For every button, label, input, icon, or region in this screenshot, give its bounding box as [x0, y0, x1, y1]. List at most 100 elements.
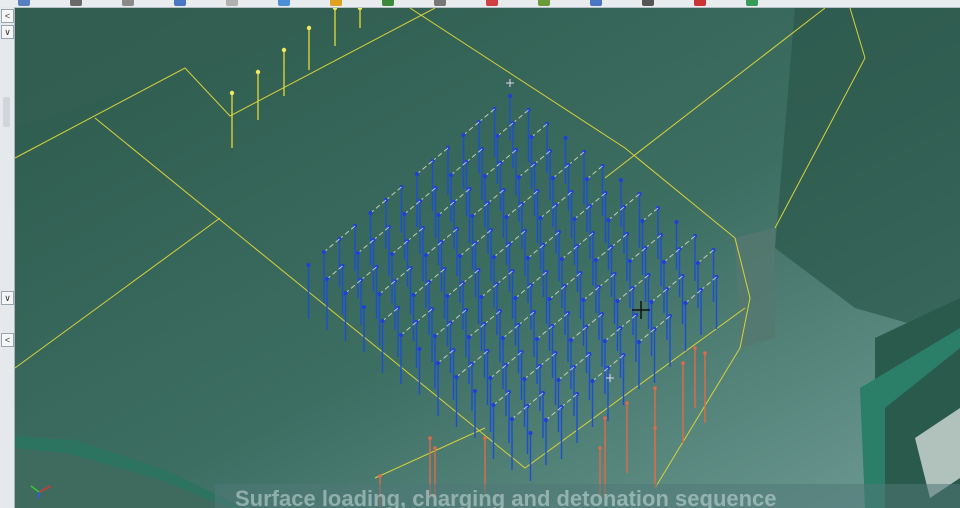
hole-collar: [488, 376, 493, 380]
hole-collar: [526, 256, 530, 260]
hole-collar: [535, 337, 539, 341]
hole-collar: [513, 296, 518, 300]
hole-collar: [483, 174, 487, 178]
hole-collar: [585, 177, 589, 181]
tree-icon[interactable]: [538, 0, 550, 6]
hole-collar: [436, 361, 440, 365]
play-icon[interactable]: [746, 0, 758, 6]
hole-collar: [433, 446, 437, 450]
monitor-icon[interactable]: [642, 0, 654, 6]
hole-collar: [454, 375, 459, 379]
hole-collar: [461, 133, 466, 137]
hole-collar: [411, 293, 416, 297]
hole-collar: [556, 378, 561, 382]
hole-collar: [495, 134, 500, 138]
left-side-panel: < ∨ ∨ <: [0, 7, 15, 508]
hole-collar: [551, 176, 555, 180]
polygon-icon[interactable]: [122, 0, 134, 6]
hole-collar: [399, 333, 403, 337]
hole-collar: [424, 253, 428, 257]
hole-collar: [378, 474, 382, 478]
hole-collar: [504, 215, 509, 219]
arrow-icon[interactable]: [330, 0, 342, 6]
hole-collar: [415, 172, 419, 176]
hole-collar: [640, 219, 645, 223]
table-icon[interactable]: [226, 0, 238, 6]
scroll-up-button[interactable]: ∨: [1, 25, 14, 39]
hole-collar: [325, 277, 329, 281]
hole-collar: [428, 436, 432, 440]
hole-collar: [522, 377, 527, 381]
hole-collar: [368, 211, 373, 215]
hole-collar: [306, 263, 311, 267]
layer-icon[interactable]: [382, 0, 394, 6]
grid-icon[interactable]: [174, 0, 186, 6]
terrain-wall: [735, 228, 775, 348]
hole-collar: [458, 254, 462, 258]
hole-collar: [619, 178, 623, 182]
subtitle-caption: Surface loading, charging and detonation…: [215, 484, 960, 508]
collapse-left-button[interactable]: <: [1, 9, 14, 23]
line-icon[interactable]: [70, 0, 82, 6]
hole-collar: [538, 216, 543, 220]
scene-canvas[interactable]: [15, 8, 960, 508]
scrollbar-thumb[interactable]: [3, 97, 10, 127]
hole-collar: [449, 173, 453, 177]
hole-collar: [563, 136, 568, 140]
hole-collar: [598, 446, 602, 450]
hole-collar: [402, 212, 407, 216]
marker-post-top: [229, 90, 235, 96]
hole-collar: [433, 334, 437, 338]
hole-collar: [637, 340, 641, 344]
hole-collar: [356, 251, 360, 255]
hole-collar: [615, 299, 620, 303]
record-icon[interactable]: [694, 0, 706, 6]
top-toolbar: [0, 0, 960, 8]
hole-collar: [603, 339, 607, 343]
hole-collar: [560, 257, 564, 261]
hole-collar: [581, 298, 586, 302]
hole-collar: [390, 252, 394, 256]
marker-post-top: [306, 25, 312, 31]
hole-collar: [693, 346, 697, 350]
hole-collar: [662, 260, 666, 264]
hole-collar: [703, 351, 707, 355]
hole-collar: [606, 218, 611, 222]
hole-collar: [681, 361, 685, 365]
hole-collar: [362, 305, 366, 309]
hole-collar: [491, 403, 496, 407]
hole-collar: [528, 431, 533, 435]
hole-collar: [380, 319, 385, 323]
hole-collar: [653, 386, 657, 390]
hole-collar: [674, 220, 679, 224]
camera-icon[interactable]: [590, 0, 602, 6]
hole-collar: [483, 436, 487, 440]
hole-collar: [653, 426, 657, 430]
hole-collar: [649, 300, 654, 304]
hole-collar: [603, 416, 607, 420]
3d-viewport[interactable]: [15, 8, 960, 508]
hole-collar: [569, 338, 573, 342]
hole-collar: [517, 175, 521, 179]
hole-collar: [510, 417, 514, 421]
hole-collar: [479, 295, 484, 299]
hole-collar: [492, 255, 496, 259]
hole-collar: [473, 389, 477, 393]
hole-collar: [625, 401, 629, 405]
hole-collar: [501, 336, 505, 340]
hole-collar: [470, 214, 475, 218]
select-icon[interactable]: [18, 0, 30, 6]
settings-icon[interactable]: [434, 0, 446, 6]
hole-collar: [594, 258, 598, 262]
hole-collar: [547, 297, 552, 301]
expand-panel-button[interactable]: <: [1, 333, 14, 347]
hole-collar: [322, 250, 326, 254]
axis-triad-icon: [30, 485, 52, 498]
hole-collar: [377, 292, 382, 296]
hole-collar: [417, 347, 422, 351]
scroll-down-button[interactable]: ∨: [1, 291, 14, 305]
hole-collar: [343, 291, 348, 295]
hole-collar: [590, 379, 595, 383]
blast-icon[interactable]: [486, 0, 498, 6]
view-icon[interactable]: [278, 0, 290, 6]
